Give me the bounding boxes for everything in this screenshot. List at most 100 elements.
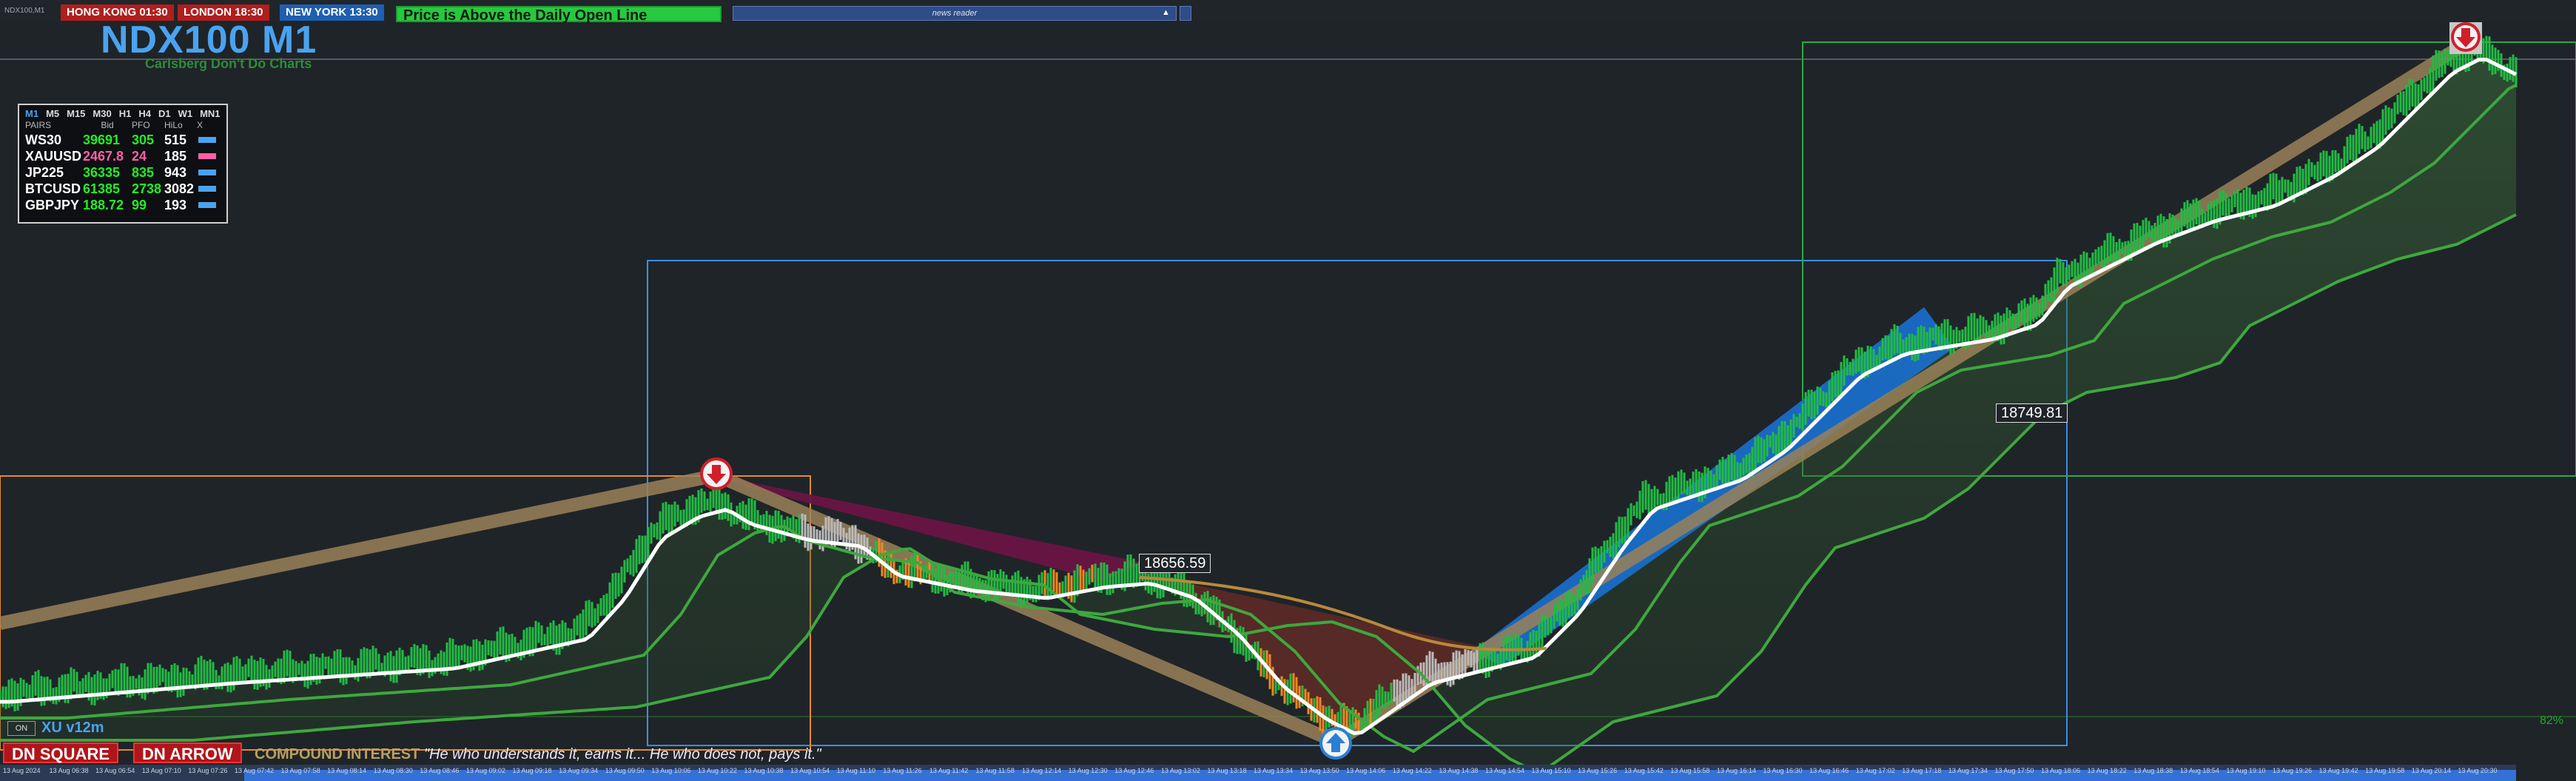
dn-arrow-button[interactable]: DN ARROW bbox=[133, 743, 242, 763]
sell-arrow-icon[interactable] bbox=[700, 457, 733, 490]
pair-hilo: 943 bbox=[164, 165, 187, 180]
news-reader[interactable]: news reader bbox=[733, 6, 1177, 21]
caret-up-icon[interactable]: ▲ bbox=[1162, 8, 1170, 17]
pair-pfo: 99 bbox=[132, 198, 147, 212]
time-tick: 13 Aug 13:34 bbox=[1254, 767, 1294, 774]
dn-square-button[interactable]: DN SQUARE bbox=[3, 743, 119, 763]
buy-arrow-icon[interactable] bbox=[1319, 727, 1352, 760]
time-tick: 13 Aug 12:30 bbox=[1068, 767, 1108, 774]
pair-pfo: 2738 bbox=[132, 181, 162, 196]
time-tick: 13 Aug 10:22 bbox=[697, 767, 737, 774]
time-tick: 13 Aug 10:06 bbox=[651, 767, 691, 774]
pair-row[interactable]: GBPJPY 188.72 99 193 bbox=[25, 197, 221, 213]
pair-x bbox=[197, 132, 216, 148]
time-tick: 13 Aug 13:50 bbox=[1299, 767, 1339, 774]
time-tick: 13 Aug 07:42 bbox=[234, 767, 275, 774]
on-toggle[interactable]: ON bbox=[7, 721, 36, 736]
pair-bid: 2467.8 bbox=[83, 149, 124, 164]
time-tick: 13 Aug 14:38 bbox=[1439, 767, 1479, 774]
version-label: XU v12m bbox=[41, 720, 104, 736]
sell-arrow-icon-top[interactable] bbox=[2449, 20, 2482, 54]
tf-m5[interactable]: M5 bbox=[46, 108, 59, 120]
time-tick: 13 Aug 15:10 bbox=[1531, 767, 1571, 774]
time-tick: 13 Aug 15:42 bbox=[1624, 767, 1664, 774]
session-bar bbox=[0, 0, 2576, 22]
tf-mn1[interactable]: MN1 bbox=[200, 108, 220, 120]
time-tick: 13 Aug 13:02 bbox=[1160, 767, 1200, 774]
time-tick: 13 Aug 18:54 bbox=[2179, 767, 2219, 774]
pair-row[interactable]: XAUUSD 2467.8 24 185 bbox=[25, 148, 221, 164]
pair-hilo: 3082 bbox=[164, 181, 195, 196]
col-pairs: PAIRS bbox=[25, 120, 52, 130]
tf-m30[interactable]: M30 bbox=[93, 108, 111, 120]
pair-row[interactable]: JP225 36335 835 943 bbox=[25, 164, 221, 181]
time-tick: 13 Aug 14:22 bbox=[1392, 767, 1432, 774]
pair-name: GBPJPY bbox=[25, 198, 80, 212]
time-tick: 13 Aug 15:58 bbox=[1670, 767, 1710, 774]
pair-row[interactable]: BTCUSD 61385 2738 3082 bbox=[25, 181, 221, 197]
pair-bid: 61385 bbox=[83, 181, 121, 196]
percent-label: 82% bbox=[2540, 714, 2564, 727]
status-bar bbox=[198, 137, 216, 143]
pair-pfo: 24 bbox=[132, 149, 147, 164]
time-tick: 13 Aug 07:10 bbox=[141, 767, 181, 774]
tf-m1[interactable]: M1 bbox=[25, 108, 38, 120]
status-bar bbox=[198, 170, 216, 175]
time-tick: 13 Aug 09:34 bbox=[559, 767, 599, 774]
pair-pfo: 305 bbox=[132, 133, 155, 147]
timeframe-row: M1 M5 M15 M30 H1 H4 D1 W1 MN1 bbox=[25, 108, 221, 120]
pair-pfo: 835 bbox=[132, 165, 155, 180]
time-tick: 13 Aug 06:54 bbox=[95, 767, 135, 774]
news-expand-button[interactable] bbox=[1180, 6, 1191, 21]
status-bar bbox=[198, 202, 216, 208]
time-tick: 13 Aug 16:46 bbox=[1809, 767, 1849, 774]
time-tick: 13 Aug 19:42 bbox=[2318, 767, 2358, 774]
compound-label: COMPOUND INTEREST bbox=[255, 746, 420, 762]
time-tick: 13 Aug 19:10 bbox=[2226, 767, 2266, 774]
pair-bid: 36335 bbox=[83, 165, 121, 180]
time-tick: 13 Aug 08:30 bbox=[373, 767, 413, 774]
price-label-high: 18749.81 bbox=[1996, 403, 2068, 423]
pair-hilo: 193 bbox=[164, 198, 187, 212]
time-tick: 13 Aug 12:14 bbox=[1022, 767, 1062, 774]
col-bid: Bid bbox=[101, 120, 114, 130]
pair-x bbox=[197, 197, 216, 213]
time-tick: 13 Aug 13:18 bbox=[1207, 767, 1247, 774]
col-x: X bbox=[197, 120, 204, 130]
pair-bid: 39691 bbox=[83, 133, 121, 147]
time-tick: 13 Aug 18:38 bbox=[2133, 767, 2173, 774]
time-tick: 13 Aug 07:58 bbox=[280, 767, 320, 774]
col-pfo: PFO bbox=[132, 120, 150, 130]
time-tick: 13 Aug 14:06 bbox=[1346, 767, 1386, 774]
time-tick: 13 Aug 20:30 bbox=[2458, 767, 2498, 774]
pair-hilo: 515 bbox=[164, 133, 187, 147]
time-tick: 13 Aug 12:46 bbox=[1114, 767, 1154, 774]
col-hilo: HiLo bbox=[164, 120, 183, 130]
pairs-header: PAIRS Bid PFO HiLo X bbox=[25, 120, 221, 132]
tf-m15[interactable]: M15 bbox=[67, 108, 85, 120]
tf-h4[interactable]: H4 bbox=[138, 108, 151, 120]
chart-subtitle: Carlsberg Don't Do Charts bbox=[145, 56, 312, 71]
time-tick: 13 Aug 16:30 bbox=[1763, 767, 1803, 774]
time-tick: 13 Aug 19:26 bbox=[2273, 767, 2313, 774]
tf-d1[interactable]: D1 bbox=[158, 108, 171, 120]
tf-h1[interactable]: H1 bbox=[119, 108, 132, 120]
price-chart[interactable] bbox=[0, 0, 2576, 781]
symbol-label: NDX100,M1 bbox=[4, 7, 45, 15]
pair-row[interactable]: WS30 39691 305 515 bbox=[25, 132, 221, 148]
time-tick: 13 Aug 16:14 bbox=[1716, 767, 1756, 774]
tf-w1[interactable]: W1 bbox=[178, 108, 193, 120]
pair-x bbox=[197, 181, 216, 197]
time-tick: 13 Aug 17:18 bbox=[1902, 767, 1942, 774]
pair-hilo: 185 bbox=[164, 149, 187, 164]
time-tick: 13 Aug 11:58 bbox=[975, 767, 1015, 774]
time-tick: 13 Aug 20:14 bbox=[2411, 767, 2451, 774]
time-tick: 13 Aug 14:54 bbox=[1484, 767, 1525, 774]
pair-name: BTCUSD bbox=[25, 181, 81, 196]
time-tick: 13 Aug 10:38 bbox=[744, 767, 784, 774]
time-tick: 13 Aug 17:34 bbox=[1948, 767, 1988, 774]
time-tick: 13 Aug 18:06 bbox=[2041, 767, 2081, 774]
pairs-panel: M1 M5 M15 M30 H1 H4 D1 W1 MN1 PAIRS Bid … bbox=[18, 104, 228, 224]
pair-x bbox=[197, 148, 216, 164]
time-tick: 13 Aug 18:22 bbox=[2087, 767, 2127, 774]
